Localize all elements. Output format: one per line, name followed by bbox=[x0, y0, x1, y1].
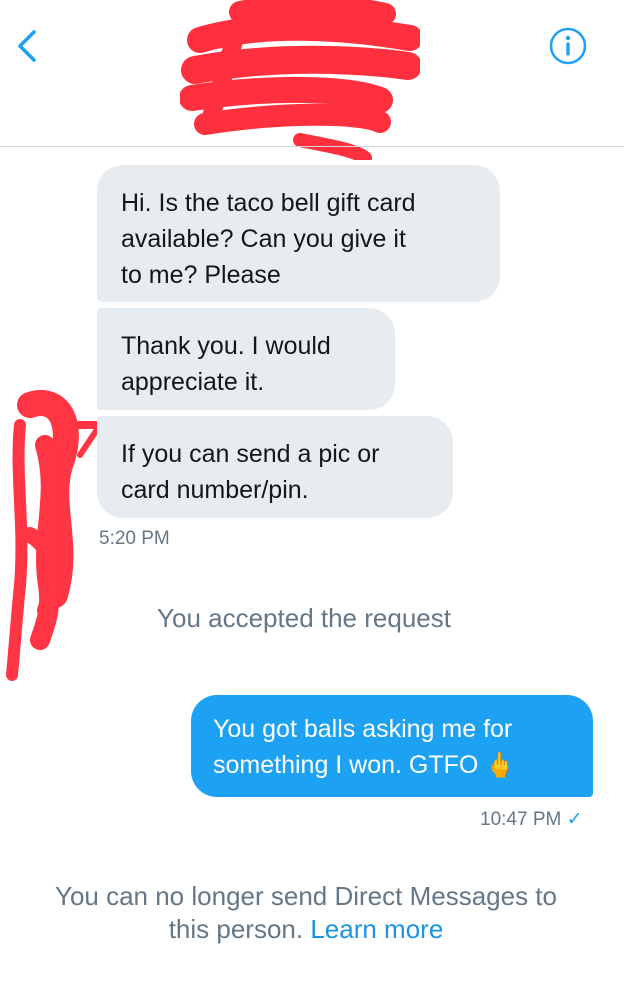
message-text-line: something I won. GTFO 🖕 bbox=[213, 751, 516, 779]
message-text-line: available? Can you give it bbox=[121, 225, 406, 253]
middle-finger-emoji: 🖕 bbox=[485, 752, 516, 779]
conversation-header bbox=[0, 0, 624, 160]
incoming-message[interactable]: Thank you. I would appreciate it. bbox=[97, 308, 395, 410]
learn-more-link[interactable]: Learn more bbox=[310, 914, 443, 944]
message-text-line: Hi. Is the taco bell gift card bbox=[121, 189, 416, 217]
notice-text-line: this person. Learn more bbox=[168, 914, 444, 944]
dm-blocked-notice: You can no longer send Direct Messages t… bbox=[0, 880, 612, 946]
message-text-line: Thank you. I would bbox=[121, 332, 331, 360]
message-timestamp: 10:47 PM bbox=[480, 809, 562, 830]
incoming-message[interactable]: If you can send a pic or card number/pin… bbox=[97, 416, 453, 518]
outgoing-message[interactable]: You got balls asking me for something I … bbox=[191, 695, 593, 797]
message-text-line: to me? Please bbox=[121, 261, 281, 289]
message-text-line: card number/pin. bbox=[121, 476, 309, 504]
notice-text-line: You can no longer send Direct Messages t… bbox=[54, 881, 557, 911]
sent-check-icon: ✓ bbox=[566, 809, 583, 830]
message-text-line: If you can send a pic or bbox=[121, 440, 380, 468]
conversation-info-button[interactable] bbox=[548, 26, 588, 66]
message-timestamp: 5:20 PM bbox=[99, 528, 170, 549]
incoming-message[interactable]: Hi. Is the taco bell gift card available… bbox=[97, 165, 500, 302]
message-text-line: You got balls asking me for bbox=[213, 715, 513, 743]
message-text-line: appreciate it. bbox=[121, 368, 265, 396]
reply-meta: 10:47 PM ✓ bbox=[480, 808, 583, 831]
back-button[interactable] bbox=[8, 26, 48, 66]
redacted-contact-name bbox=[180, 0, 420, 160]
chevron-left-icon bbox=[18, 30, 36, 62]
header-divider bbox=[0, 146, 624, 147]
request-accepted-notice: You accepted the request bbox=[157, 603, 451, 633]
info-icon bbox=[549, 27, 587, 65]
